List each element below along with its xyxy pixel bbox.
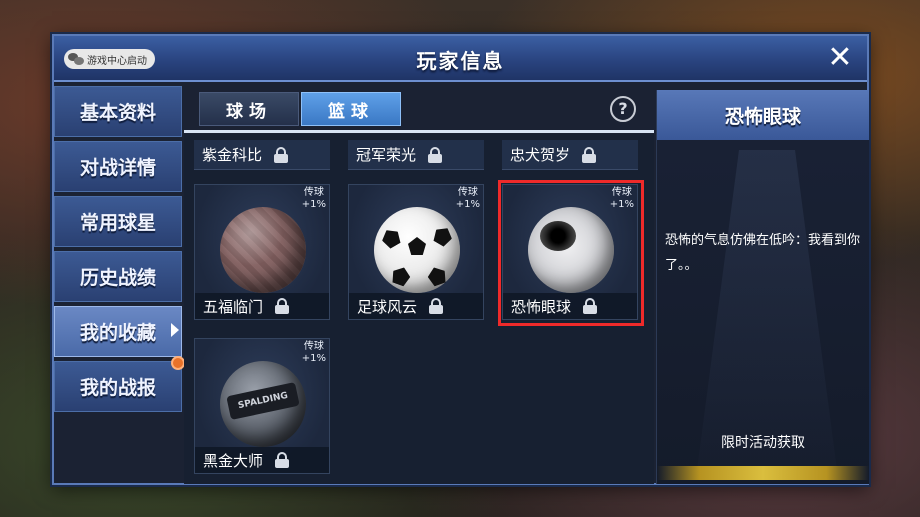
- lock-icon: [275, 452, 290, 468]
- item-name: 冠军荣光: [356, 146, 417, 164]
- collection-item-card[interactable]: 传球 +1% 足球风云: [348, 184, 484, 320]
- nav-item-label: 我的战报: [79, 377, 156, 399]
- spalding-logo-text: SPALDING: [226, 381, 300, 421]
- nav-item-label: 基本资料: [79, 102, 156, 124]
- bonus-tag-value: +1%: [301, 199, 326, 210]
- fortune-ball-icon: [220, 207, 306, 293]
- bonus-tag-value: +1%: [455, 199, 480, 210]
- nav-item-label: 我的收藏: [79, 322, 156, 344]
- tab-underline: [184, 130, 654, 133]
- gold-stage-decoration: [657, 466, 869, 480]
- lock-icon: [582, 146, 597, 163]
- bonus-tag-type: 传球: [303, 187, 324, 198]
- tab-court[interactable]: 球场: [199, 92, 299, 126]
- card-label: 五福临门: [195, 293, 329, 319]
- notification-dot-icon: [171, 356, 185, 370]
- card-label: 黑金大师: [195, 447, 329, 473]
- collection-item-partial[interactable]: 紫金科比: [194, 140, 330, 170]
- nav-item-basic-info[interactable]: 基本资料: [54, 86, 182, 137]
- bonus-tag-type: 传球: [457, 187, 478, 198]
- spotlight-decoration: [697, 150, 837, 470]
- nav-item-label: 对战详情: [79, 157, 156, 179]
- close-button[interactable]: ✕: [823, 42, 857, 76]
- item-detail-panel: 恐怖眼球 恐怖的气息仿佛在低吟：我看到你了。。 限时活动获取: [656, 90, 869, 484]
- nav-item-history-record[interactable]: 历史战绩: [54, 251, 182, 302]
- dialog-title: 玩家信息: [416, 49, 505, 73]
- soccer-ball-icon: [374, 207, 460, 293]
- collection-item-card[interactable]: 传球 +1% SPALDING 黑金大师: [194, 338, 330, 474]
- partial-row: 紫金科比 冠军荣光 忠犬贺岁: [194, 140, 654, 170]
- collection-item-card[interactable]: 传球 +1% 五福临门: [194, 184, 330, 320]
- nav-item-label: 常用球星: [79, 212, 156, 234]
- detail-source: 限时活动获取: [721, 435, 805, 451]
- active-arrow-icon: [171, 323, 179, 337]
- detail-description: 恐怖的气息仿佛在低吟：我看到你了。。: [665, 233, 861, 273]
- item-name: 黑金大师: [203, 451, 264, 470]
- item-name: 忠犬贺岁: [510, 146, 571, 164]
- collection-tabs: 球场 篮球: [199, 92, 403, 126]
- spalding-basketball-icon: SPALDING: [220, 361, 306, 447]
- nav-item-favorite-players[interactable]: 常用球星: [54, 196, 182, 247]
- detail-title: 恐怖眼球: [657, 90, 869, 140]
- lock-icon: [428, 146, 443, 163]
- selection-highlight: [498, 180, 644, 326]
- lock-icon: [429, 298, 444, 314]
- collection-item-partial[interactable]: 忠犬贺岁: [502, 140, 638, 170]
- item-name: 足球风云: [357, 297, 418, 316]
- nav-item-my-collection[interactable]: 我的收藏: [54, 306, 182, 357]
- bonus-tag-value: +1%: [301, 353, 326, 364]
- lock-icon: [275, 298, 290, 314]
- item-name: 紫金科比: [202, 146, 263, 164]
- nav-item-my-battle-report[interactable]: 我的战报: [54, 356, 185, 412]
- nav-item-match-details[interactable]: 对战详情: [54, 141, 182, 192]
- bonus-tag-type: 传球: [303, 341, 324, 352]
- collection-item-partial[interactable]: 冠军荣光: [348, 140, 484, 170]
- title-bar: 游戏中心启动 玩家信息 ✕: [54, 36, 867, 82]
- tab-basketball[interactable]: 篮球: [301, 92, 401, 126]
- item-name: 五福临门: [203, 297, 264, 316]
- bonus-tag: 传球 +1%: [456, 187, 480, 211]
- player-info-dialog: 游戏中心启动 玩家信息 ✕ 基本资料 对战详情 常用球星 历史战绩 我的收藏 我…: [52, 34, 869, 485]
- bonus-tag: 传球 +1%: [302, 341, 326, 365]
- lock-icon: [274, 146, 289, 163]
- help-icon[interactable]: ?: [610, 96, 636, 122]
- card-label: 足球风云: [349, 293, 483, 319]
- nav-item-label: 历史战绩: [79, 267, 156, 289]
- side-nav: 基本资料 对战详情 常用球星 历史战绩 我的收藏 我的战报: [54, 86, 185, 416]
- bonus-tag: 传球 +1%: [302, 187, 326, 211]
